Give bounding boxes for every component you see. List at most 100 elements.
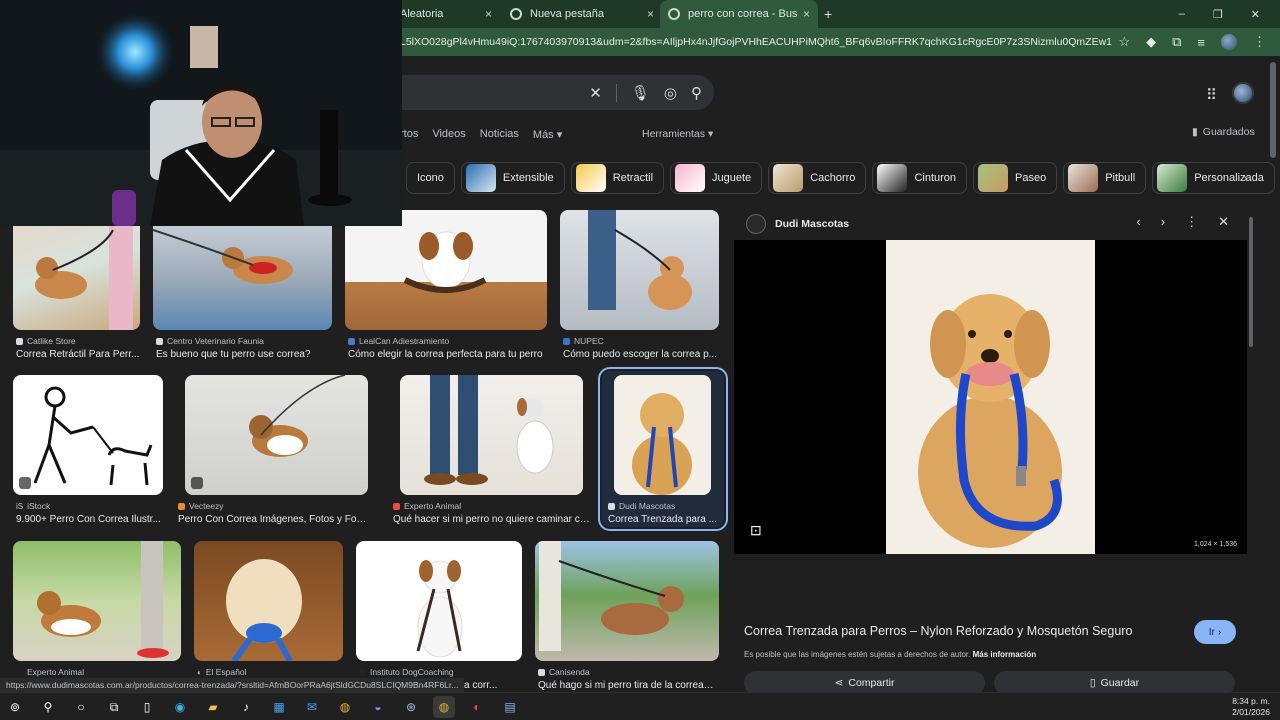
image-result[interactable]: ◐ El Español (194, 541, 343, 691)
tab-nueva-pestana[interactable]: Nueva pestaña × (502, 0, 662, 28)
search-input[interactable]: ✕ 🎙 ◎ ⚲ (380, 75, 714, 110)
chip-cinturon[interactable]: Cinturon (872, 162, 968, 194)
golden-retriever-with-leash-illustration (918, 294, 1062, 548)
tiktok-icon[interactable]: ♪ (235, 696, 257, 718)
start-icon[interactable]: ⊚ (4, 696, 26, 718)
system-clock[interactable]: 8:34 p. m. 2/01/2026 (1232, 696, 1270, 718)
image-dimensions: 1,024 × 1,536 (1193, 541, 1237, 548)
store-icon[interactable]: ▦ (268, 696, 290, 718)
chip-extensible[interactable]: Extensible (460, 162, 565, 194)
cortana-icon[interactable]: ○ (70, 696, 92, 718)
image-result[interactable]: Instituto DogCoaching orrea de forma cor… (356, 541, 522, 691)
search-icon[interactable]: ⚲ (691, 84, 702, 102)
beagle-leash-illustration (153, 229, 293, 284)
visit-button[interactable]: Ir › (1194, 620, 1236, 644)
search-icon[interactable]: ⚲ (37, 696, 59, 718)
collection-badge (191, 477, 203, 489)
chip-paseo[interactable]: Paseo (973, 162, 1058, 194)
lens-camera-icon[interactable]: ◎ (664, 84, 677, 102)
profile-avatar[interactable] (1221, 34, 1237, 50)
image-result[interactable]: Experto Animal (13, 541, 181, 691)
media-queue-icon[interactable]: ≡ (1197, 35, 1205, 50)
close-icon[interactable]: ✕ (1218, 214, 1229, 230)
taskbar-icons: ⊚ ⚲ ○ ⧉ ▯ ◉ ▰ ♪ ▦ ✉ ◍ ◒ ⊛ ◍ ◐ ▤ (4, 696, 521, 718)
corgi-walk-illustration (588, 210, 692, 310)
result-image (13, 210, 140, 330)
tab-noticias[interactable]: Noticias (480, 128, 519, 146)
image-result[interactable]: Centro Veterinario Faunia Es bueno que t… (153, 210, 332, 360)
image-result[interactable]: Catlike Store Correa Retráctil Para Perr… (13, 210, 140, 360)
microphone-icon[interactable]: 🎙 (631, 84, 650, 102)
chevron-right-icon[interactable]: › (1161, 214, 1165, 230)
browser-menu-icon[interactable]: ⋮ (1253, 34, 1266, 50)
chrome-active-icon[interactable]: ◍ (433, 696, 455, 718)
chip-personalizada[interactable]: Personalizada (1152, 162, 1275, 194)
saved-button[interactable]: ▮ Guardados (1192, 126, 1255, 138)
panel-source-name[interactable]: Dudi Mascotas (775, 218, 849, 230)
extensions-puzzle-icon[interactable]: ⧉ (1172, 34, 1181, 50)
image-result[interactable]: NUPEC Cómo puedo escoger la correa p... (560, 210, 719, 360)
edge-icon[interactable]: ◉ (169, 696, 191, 718)
chip-cachorro[interactable]: Cachorro (768, 162, 867, 194)
result-image (13, 375, 163, 495)
discord-icon[interactable]: ◒ (367, 696, 389, 718)
close-tab-icon[interactable]: × (485, 7, 492, 21)
image-result[interactable]: Vecteezy Perro Con Correa Imágenes, Foto… (178, 375, 368, 525)
mail-icon[interactable]: ✉ (301, 696, 323, 718)
chrome-icon[interactable]: ◍ (334, 696, 356, 718)
search-box-icons: ✕ 🎙 ◎ ⚲ (589, 75, 702, 110)
obs-icon[interactable]: ◐ (466, 696, 488, 718)
panel-scrollbar[interactable] (1249, 217, 1253, 347)
more-options-icon[interactable]: ⋮ (1185, 214, 1198, 230)
file-explorer-icon[interactable]: ▰ (202, 696, 224, 718)
copyright-notice: Es posible que las imágenes estén sujeta… (744, 650, 1037, 659)
chip-icono[interactable]: Icono (406, 162, 455, 194)
refinement-chips: Icono Extensible Retractil Juguete Cacho… (406, 162, 1280, 194)
tab-partial[interactable]: rtos (400, 128, 418, 146)
dog-owner-legs-illustration (424, 375, 554, 485)
more-info-link[interactable]: Más información (973, 650, 1037, 659)
close-tab-icon[interactable]: × (803, 7, 810, 21)
google-apps-icon[interactable]: ⠿ (1206, 86, 1217, 104)
close-tab-icon[interactable]: × (647, 7, 654, 21)
image-preview-panel: Dudi Mascotas ‹ › ⋮ ✕ ⊡ 1,024 × 1,536 Co… (734, 210, 1247, 720)
result-image (194, 541, 343, 661)
minimize-button[interactable]: – (1179, 8, 1185, 20)
image-result[interactable]: iS iStock 9.900+ Perro Con Correa Ilustr.… (13, 375, 163, 525)
page-scrollbar[interactable] (1270, 62, 1276, 158)
calculator-icon[interactable]: ▤ (499, 696, 521, 718)
chip-juguete[interactable]: Juguete (670, 162, 763, 194)
image-result[interactable]: Experto Animal Qué hacer si mi perro no … (393, 375, 590, 525)
clear-search-icon[interactable]: ✕ (589, 84, 602, 102)
restore-button[interactable]: ❐ (1213, 8, 1223, 21)
result-image (560, 210, 719, 330)
new-tab-button[interactable]: + (824, 6, 832, 22)
task-view-icon[interactable]: ⧉ (103, 696, 125, 718)
image-result[interactable]: LealCan Adiestramiento Cómo elegir la co… (345, 210, 547, 360)
result-image (356, 541, 522, 661)
image-result[interactable]: Canisenda Qué hago si mi perro tira de l… (535, 541, 719, 691)
tab-videos[interactable]: Videos (432, 128, 465, 146)
chevron-right-icon[interactable]: › (1243, 170, 1247, 185)
tools-button[interactable]: Herramientas ▾ (642, 128, 713, 140)
panel-image-title[interactable]: Correa Trenzada para Perros – Nylon Refo… (744, 624, 1132, 638)
image-result-selected[interactable]: Dudi Mascotas Correa Trenzada para ... (598, 367, 728, 531)
chevron-left-icon[interactable]: ‹ (1136, 214, 1140, 230)
tab-aleatoria[interactable]: Aleatoria × (392, 0, 500, 28)
chip-retractil[interactable]: Retractil (570, 162, 665, 194)
file-icon[interactable]: ▯ (136, 696, 158, 718)
close-window-button[interactable]: ✕ (1251, 8, 1260, 21)
tab-mas[interactable]: Más ▾ (533, 128, 562, 146)
url-field[interactable]: L5lXO028gPl4vHmu49iQ:1767403970913&udm=2… (400, 28, 1112, 56)
extension-diamond-icon[interactable]: ◆ (1146, 34, 1156, 50)
result-image (535, 541, 719, 661)
bookmark-star-icon[interactable]: ☆ (1118, 34, 1130, 50)
tab-search-active[interactable]: perro con correa - Buscar con G × (660, 0, 818, 28)
beagle-park-illustration (37, 541, 169, 658)
google-lens-icon[interactable]: ⊡ (750, 522, 762, 539)
chip-pitbull[interactable]: Pitbull (1063, 162, 1147, 194)
steam-icon[interactable]: ⊛ (400, 696, 422, 718)
account-avatar[interactable] (1232, 82, 1254, 104)
preview-image[interactable] (886, 240, 1095, 554)
result-image (400, 375, 583, 495)
